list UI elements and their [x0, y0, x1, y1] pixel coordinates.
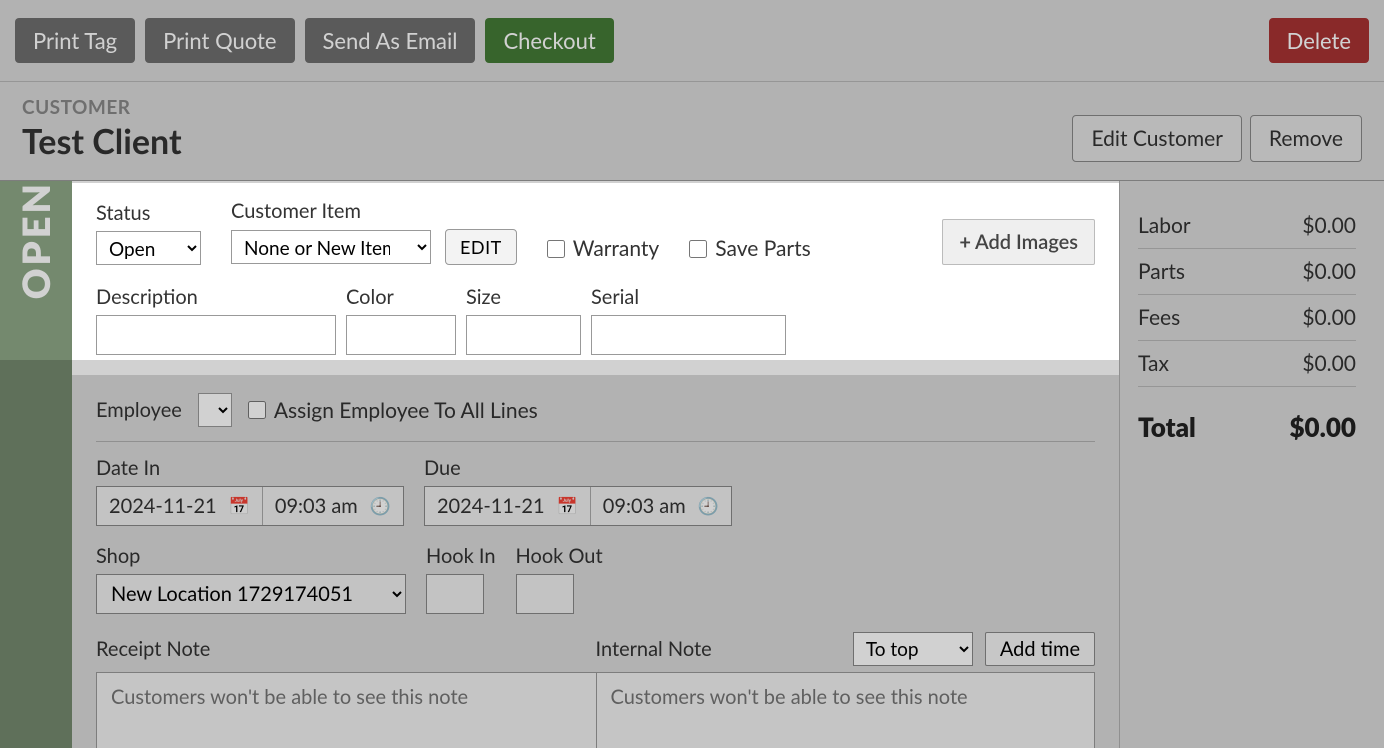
assign-all-label: Assign Employee To All Lines [274, 398, 538, 423]
size-input[interactable] [466, 315, 581, 355]
hook-out-input[interactable] [516, 574, 574, 614]
receipt-note-label: Receipt Note [96, 637, 210, 661]
totals-panel: Labor$0.00 Parts$0.00 Fees$0.00 Tax$0.00… [1119, 181, 1384, 748]
due-group[interactable]: 2024-11-21📅 09:03 am🕘 [424, 486, 732, 526]
customer-item-select[interactable]: None or New Item [231, 230, 431, 264]
remove-customer-button[interactable]: Remove [1250, 115, 1362, 162]
clock-icon: 🕘 [370, 495, 391, 517]
date-in-group[interactable]: 2024-11-21📅 09:03 am🕘 [96, 486, 404, 526]
receipt-note-textarea[interactable] [96, 672, 596, 748]
plus-icon: + [959, 230, 971, 254]
employee-label: Employee [96, 398, 182, 422]
work-order-form: Status Open Customer Item None or New It… [72, 181, 1119, 748]
internal-note-textarea[interactable] [596, 672, 1096, 748]
description-label: Description [96, 285, 336, 309]
print-quote-button[interactable]: Print Quote [145, 18, 294, 63]
tax-total-line: Tax$0.00 [1138, 341, 1356, 387]
labor-total-line: Labor$0.00 [1138, 203, 1356, 249]
clock-icon: 🕘 [698, 495, 719, 517]
toolbar: Print Tag Print Quote Send As Email Chec… [0, 0, 1384, 82]
status-label: Status [96, 201, 201, 225]
size-label: Size [466, 285, 581, 309]
grand-total-line: Total$0.00 [1138, 393, 1356, 443]
add-time-button[interactable]: Add time [985, 632, 1095, 666]
customer-header: CUSTOMER Test Client Edit Customer Remov… [0, 82, 1384, 181]
note-position-select[interactable]: To top [853, 632, 973, 666]
status-select[interactable]: Open [96, 231, 201, 265]
hook-in-input[interactable] [426, 574, 484, 614]
customer-item-label: Customer Item [231, 199, 517, 223]
edit-customer-button[interactable]: Edit Customer [1072, 115, 1241, 162]
send-email-button[interactable]: Send As Email [305, 18, 476, 63]
add-images-button[interactable]: +Add Images [942, 219, 1095, 265]
employee-select[interactable] [198, 393, 232, 427]
status-open-badge: OPEN [0, 181, 72, 748]
due-label: Due [424, 456, 732, 480]
calendar-icon: 📅 [229, 495, 250, 517]
description-input[interactable] [96, 315, 336, 355]
hook-out-label: Hook Out [516, 544, 603, 568]
print-tag-button[interactable]: Print Tag [15, 18, 135, 63]
save-parts-label: Save Parts [715, 236, 810, 261]
hook-in-label: Hook In [426, 544, 496, 568]
calendar-icon: 📅 [557, 495, 578, 517]
color-input[interactable] [346, 315, 456, 355]
warranty-label: Warranty [573, 236, 659, 261]
checkout-button[interactable]: Checkout [485, 18, 613, 63]
parts-total-line: Parts$0.00 [1138, 249, 1356, 295]
warranty-checkbox[interactable] [547, 240, 565, 258]
customer-item-edit-button[interactable]: EDIT [445, 229, 517, 265]
shop-select[interactable]: New Location 1729174051 [96, 574, 406, 614]
color-label: Color [346, 285, 456, 309]
customer-name: Test Client [22, 121, 1072, 162]
assign-all-checkbox[interactable] [248, 401, 266, 419]
save-parts-checkbox[interactable] [689, 240, 707, 258]
customer-label: CUSTOMER [22, 96, 1072, 119]
fees-total-line: Fees$0.00 [1138, 295, 1356, 341]
shop-label: Shop [96, 544, 406, 568]
date-in-label: Date In [96, 456, 404, 480]
internal-note-label: Internal Note [596, 637, 712, 661]
serial-label: Serial [591, 285, 786, 309]
serial-input[interactable] [591, 315, 786, 355]
delete-button[interactable]: Delete [1269, 18, 1369, 63]
